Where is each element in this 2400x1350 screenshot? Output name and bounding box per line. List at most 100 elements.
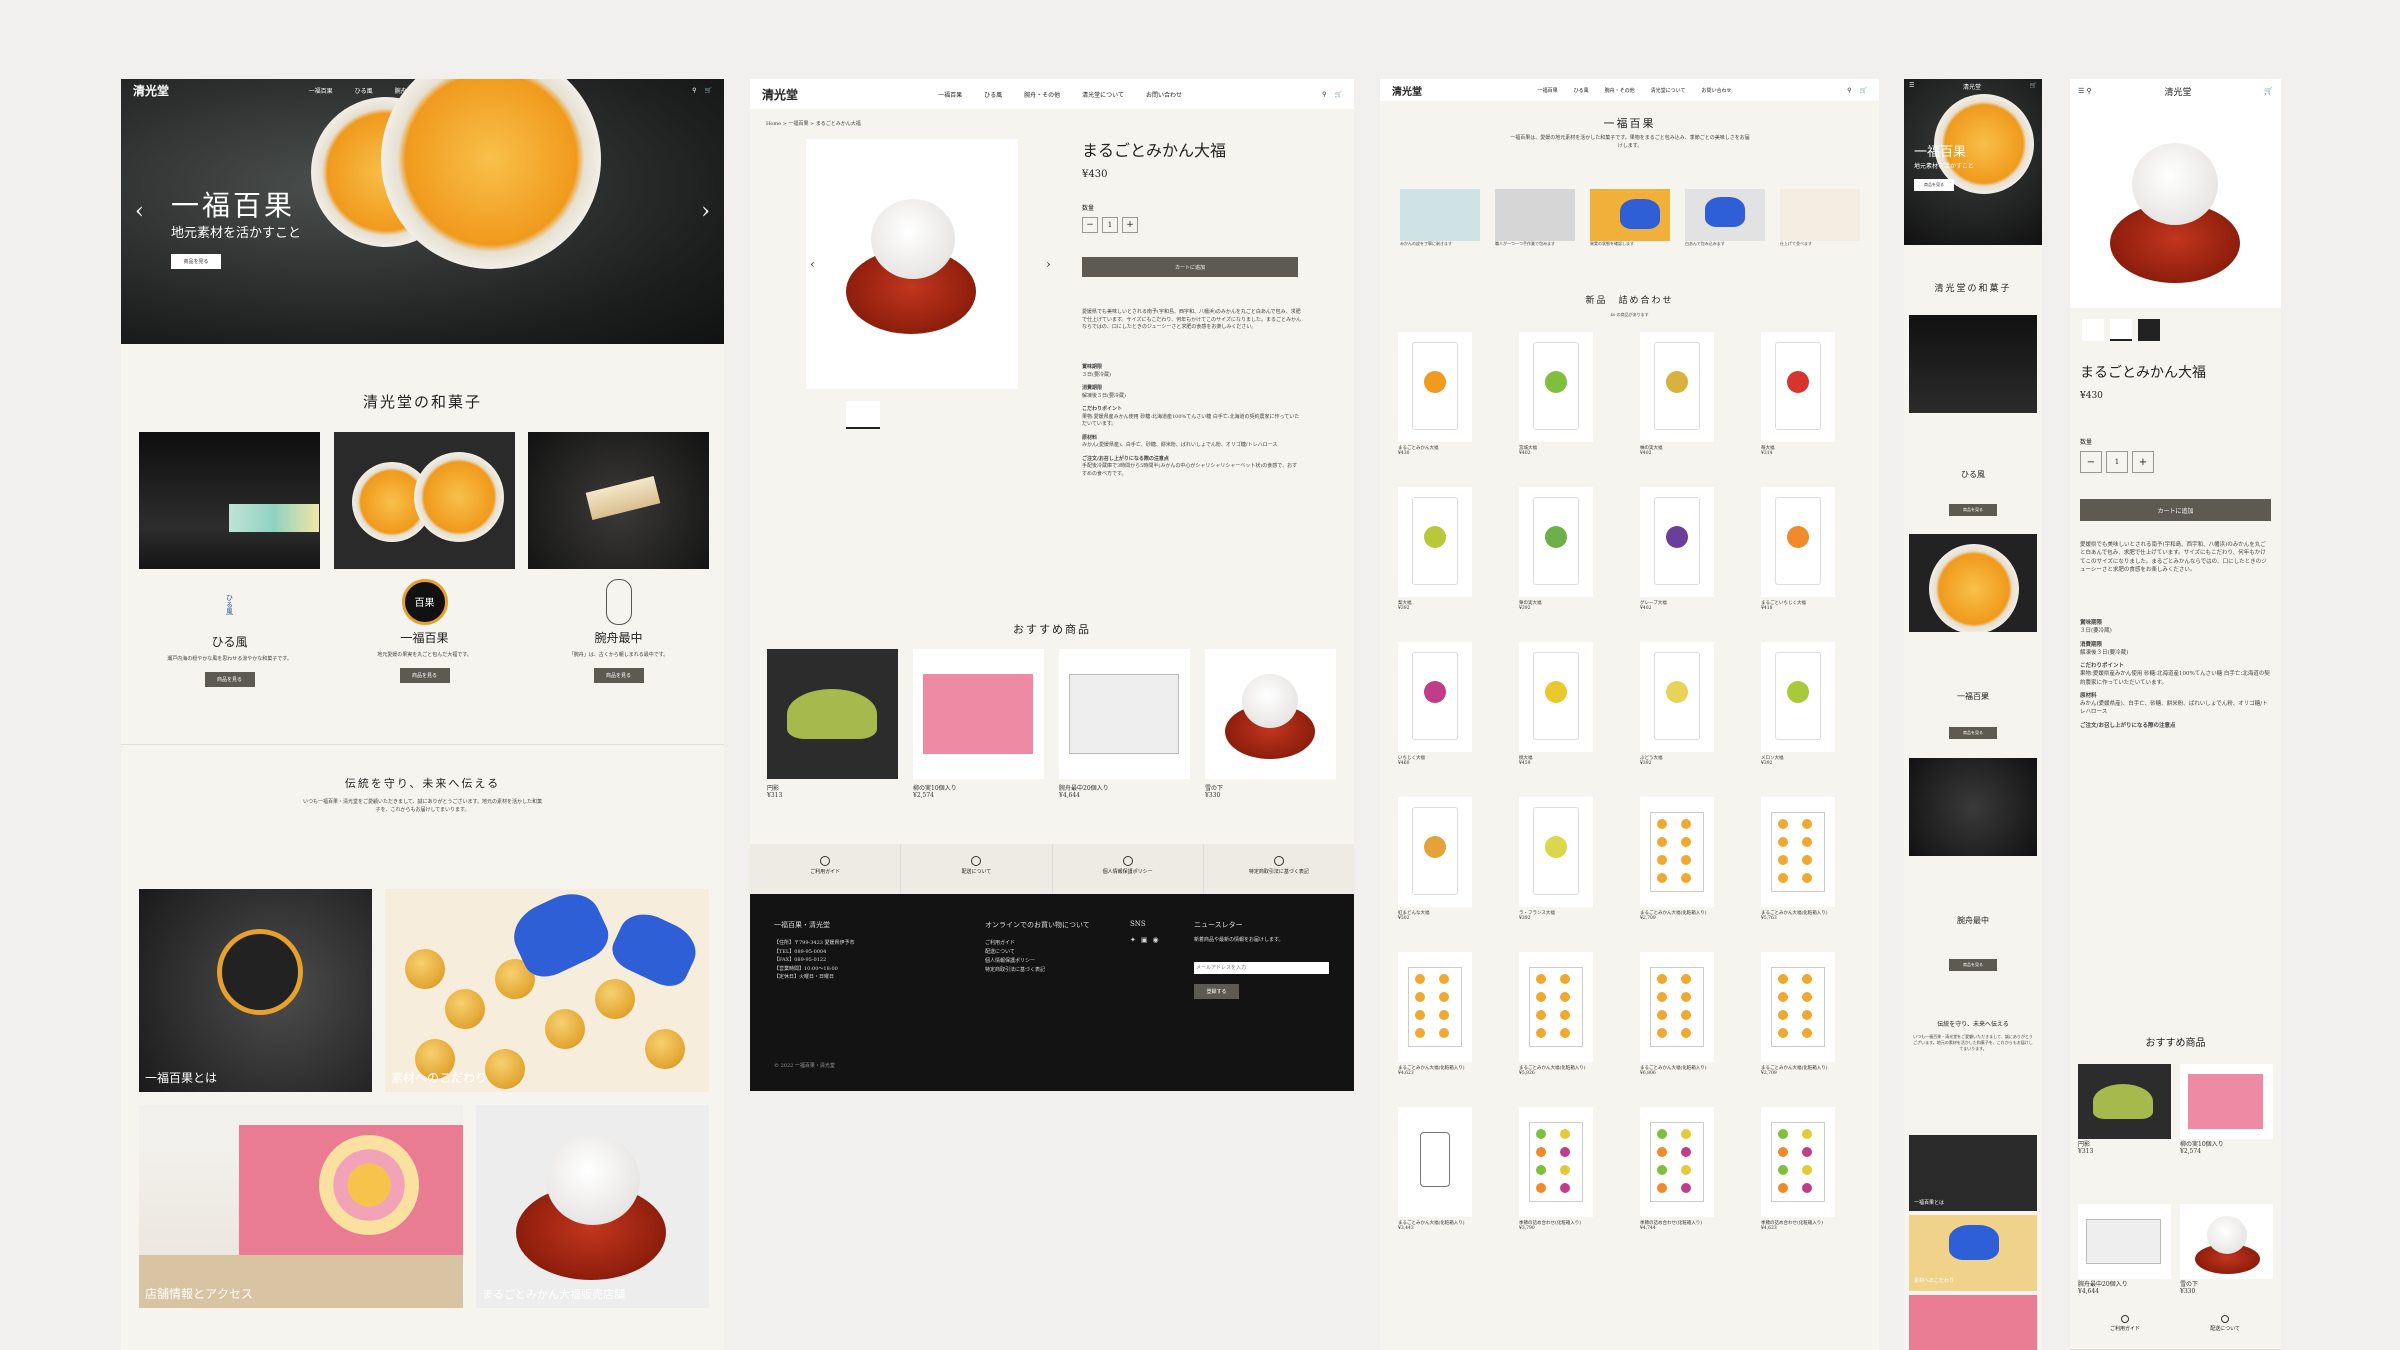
product-card[interactable]: 百果 一福百果 地元愛媛の果実を丸ごと包んだ大福です。 商品を見る	[334, 432, 515, 683]
minus-button[interactable]: −	[1082, 217, 1098, 233]
product-button[interactable]: 商品を見る	[1949, 959, 1997, 971]
recommend-item[interactable]: 腕舟最中20個入り ¥4,644	[1059, 649, 1190, 799]
recommend-item[interactable]: 円影 ¥313	[767, 649, 898, 799]
nav-item[interactable]: ひる風	[355, 86, 373, 95]
add-to-cart-button[interactable]: カートに追加	[2080, 499, 2271, 521]
chevron-right-icon[interactable]: ›	[1046, 257, 1051, 271]
cart-icon[interactable]: 🛒	[2264, 87, 2273, 95]
product-card[interactable]: まるごとみかん大福(化粧箱入り) ¥4,623	[1398, 952, 1472, 1076]
subscribe-button[interactable]: 登録する	[1194, 984, 1239, 999]
plus-button[interactable]: +	[1122, 217, 1138, 233]
nav-item[interactable]: 一福百果	[309, 86, 333, 95]
shipping-link[interactable]: 配送について	[901, 844, 1053, 894]
product-card[interactable]: 季節の詰め合わせ(化粧箱入り) ¥4,623	[1761, 1107, 1835, 1231]
product-button[interactable]: 商品を見る	[1949, 504, 1997, 516]
logo[interactable]: 清光堂	[1963, 82, 1981, 91]
email-field[interactable]	[1194, 962, 1329, 974]
recommend-item[interactable]: 腕舟最中20個入り ¥4,644	[2078, 1204, 2171, 1295]
twitter-icon[interactable]: ✦	[1130, 936, 1136, 944]
minus-button[interactable]: −	[2080, 451, 2102, 473]
product-card[interactable]: 柚の実大福 ¥402	[1640, 332, 1714, 456]
nav-item[interactable]: ひる風	[984, 90, 1002, 99]
product-card[interactable]: メロン大福 ¥392	[1761, 642, 1835, 766]
recommend-item[interactable]: 雪の下 ¥330	[1205, 649, 1336, 799]
add-to-cart-button[interactable]: カートに追加	[1082, 257, 1298, 277]
nav-item[interactable]: 清光堂について	[1082, 90, 1124, 99]
logo[interactable]: 清光堂	[2164, 85, 2191, 98]
quantity-stepper[interactable]: − 1 +	[1082, 217, 1138, 233]
recommend-item[interactable]: 柳の実10個入り ¥2,574	[913, 649, 1044, 799]
search-icon[interactable]: ⚲	[1322, 91, 1326, 98]
legal-link[interactable]: 特定商取引法に基づく表記	[1204, 844, 1354, 894]
product-card[interactable]: まるごとみかん大福(化粧箱入り) ¥5,763	[1761, 797, 1835, 921]
shipping-link[interactable]: 配送について	[2180, 1315, 2270, 1332]
product-card[interactable]: いちじく大福 ¥460	[1398, 642, 1472, 766]
chevron-left-icon[interactable]: ‹	[810, 257, 815, 271]
product-card[interactable]: まるごとみかん大福(化粧箱入り) ¥2,709	[1640, 797, 1714, 921]
nav-item[interactable]: 腕舟・その他	[1024, 90, 1060, 99]
product-card[interactable]: 苺大福 ¥314	[1761, 332, 1835, 456]
hero-button[interactable]: 商品を見る	[171, 254, 221, 269]
tile-brand[interactable]: 一福百果とは	[139, 889, 372, 1092]
product-card[interactable]: まるごとみかん大福(化粧箱入り) ¥6,806	[1640, 952, 1714, 1076]
thumbnail[interactable]	[2082, 319, 2104, 341]
product-card[interactable]: 桃大福 ¥459	[1519, 642, 1593, 766]
tile-store[interactable]: 店舗情報とアクセス	[139, 1105, 463, 1308]
product-card[interactable]: まるごとみかん大福(化粧箱入り) ¥2,709	[1761, 952, 1835, 1076]
plus-button[interactable]: +	[2132, 451, 2154, 473]
nav-item[interactable]: お問い合わせ	[1146, 90, 1182, 99]
chevron-left-icon[interactable]: ‹	[135, 199, 144, 224]
thumbnail[interactable]	[2138, 319, 2160, 341]
privacy-link[interactable]: 個人情報保護ポリシー	[1053, 844, 1204, 894]
qty-value[interactable]: 1	[1102, 217, 1118, 233]
product-button[interactable]: 商品を見る	[399, 667, 450, 683]
product-card[interactable]: 栗の実大福 ¥392	[1519, 487, 1593, 611]
footer-link[interactable]: 配送について	[985, 948, 1045, 957]
chevron-right-icon[interactable]: ›	[701, 199, 710, 224]
tile-shops[interactable]: まるごとみかん大福販売店舗	[476, 1105, 709, 1308]
product-card[interactable]: 紅まどんな大福 ¥502	[1398, 797, 1472, 921]
cart-icon[interactable]: 🛒	[1335, 91, 1342, 98]
product-card[interactable]: まるごとみかん大福 ¥430	[1398, 332, 1472, 456]
tile-ingredients[interactable]: 素材へのこだわり	[385, 889, 709, 1092]
product-card[interactable]: まるごといちじく大福 ¥418	[1761, 487, 1835, 611]
breadcrumb[interactable]: Home > 一福百果 > まるごとみかん大福	[766, 121, 861, 129]
facebook-icon[interactable]: ▣	[1141, 936, 1148, 944]
product-card[interactable]: 腕舟最中 「腕舟」は、古くから親しまれる最中です。 商品を見る	[528, 432, 709, 683]
cart-icon[interactable]: 🛒	[705, 87, 712, 94]
guide-link[interactable]: ご利用ガイド	[2080, 1315, 2170, 1332]
product-button[interactable]: 商品を見る	[593, 667, 644, 683]
hero-button[interactable]: 商品を見る	[1914, 179, 1954, 191]
instagram-icon[interactable]: ◉	[1153, 936, 1159, 944]
search-icon[interactable]: ⚲	[2087, 87, 2092, 95]
product-card[interactable]: 季節の詰め合わせ(化粧箱入り) ¥3,790	[1519, 1107, 1593, 1231]
nav-item[interactable]: 一福百果	[938, 90, 962, 99]
product-card[interactable]: まるごとみかん大福(化粧箱入り) ¥5,926	[1519, 952, 1593, 1076]
footer-link[interactable]: 特定商取引法に基づく表記	[985, 966, 1045, 975]
product-card[interactable]: 梨大福 ¥392	[1398, 487, 1472, 611]
recommend-item[interactable]: 円影 ¥313	[2078, 1064, 2171, 1155]
footer-link[interactable]: 個人情報保護ポリシー	[985, 957, 1045, 966]
product-card[interactable]: 宮城大福 ¥402	[1519, 332, 1593, 456]
product-card[interactable]: まるごとみかん大福(化粧箱入り) ¥3,443	[1398, 1107, 1472, 1231]
product-card[interactable]: ラ・フランス大福 ¥392	[1519, 797, 1593, 921]
guide-link[interactable]: ご利用ガイド	[750, 844, 902, 894]
product-card[interactable]: ひる風 ひる風 瀬戸内海の穏やかな風を思わせる涼やかな和菓子です。 商品を見る	[139, 432, 320, 687]
logo[interactable]: 清光堂	[762, 86, 798, 103]
qty-value[interactable]: 1	[2106, 451, 2128, 473]
menu-icon[interactable]: ☰	[2078, 87, 2084, 95]
thumbnail[interactable]	[846, 401, 880, 429]
footer-link[interactable]: ご利用ガイド	[985, 939, 1045, 948]
search-icon[interactable]: ⚲	[692, 87, 696, 94]
product-button[interactable]: 商品を見る	[1949, 727, 1997, 739]
product-card[interactable]: グレープ大福 ¥402	[1640, 487, 1714, 611]
product-card[interactable]: ぶどう大福 ¥392	[1640, 642, 1714, 766]
thumbnail[interactable]	[2110, 319, 2132, 341]
cart-icon[interactable]: 🛒	[2030, 82, 2037, 91]
recommend-item[interactable]: 柳の実10個入り ¥2,574	[2180, 1064, 2273, 1155]
logo[interactable]: 清光堂	[133, 82, 169, 99]
quantity-stepper[interactable]: − 1 +	[2080, 451, 2154, 473]
product-button[interactable]: 商品を見る	[204, 671, 255, 687]
product-card[interactable]: 季節の詰め合わせ(化粧箱入り) ¥4,744	[1640, 1107, 1714, 1231]
menu-icon[interactable]: ☰	[1909, 82, 1914, 91]
